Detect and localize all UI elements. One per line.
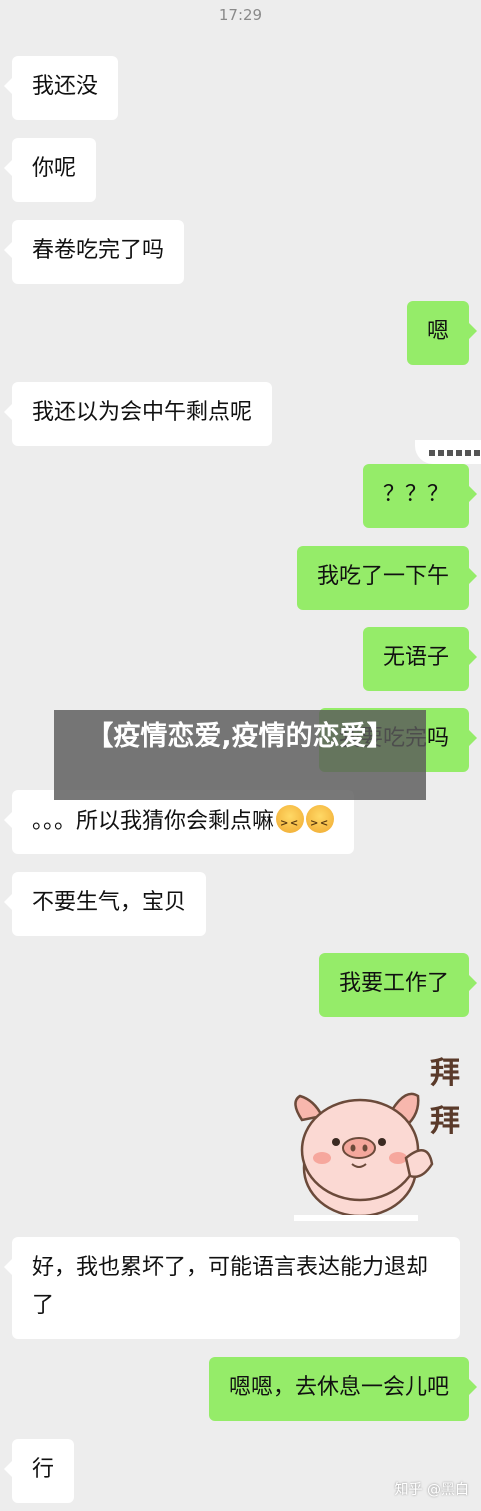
sent-message[interactable]: ？？？ <box>362 464 478 528</box>
received-message[interactable]: 我还没 <box>3 56 119 120</box>
sent-message[interactable]: 嗯嗯，去休息一会儿吧 <box>208 1357 478 1421</box>
sent-message[interactable]: 我吃了一下午 <box>296 546 478 610</box>
sent-message[interactable]: 嗯 <box>406 301 478 365</box>
received-message[interactable]: 春卷吃完了吗 <box>3 220 185 284</box>
received-message[interactable]: 你呢 <box>3 138 97 202</box>
partial-image-thumbnail <box>415 440 481 464</box>
sticker-text: 拜 <box>430 1056 460 1091</box>
received-message-text: 。。。所以我猜你会剩点嘛 <box>32 809 275 834</box>
message-timestamp: 17:29 <box>218 6 263 24</box>
grimacing-face-icon <box>276 805 305 840</box>
pig-waving-sticker[interactable]: 拜 拜 <box>282 1040 472 1225</box>
received-message[interactable]: 不要生气，宝贝 <box>3 872 207 936</box>
received-message[interactable]: 好，我也累坏了，可能语言表达能力退却了 <box>4 1237 460 1339</box>
sticker-text: 拜 <box>430 1104 460 1139</box>
received-message[interactable]: 我还以为会中午剩点呢 <box>3 382 273 446</box>
sent-message[interactable]: 我要工作了 <box>318 953 478 1017</box>
received-message[interactable]: 行 <box>3 1439 75 1503</box>
watermark: 知乎 @黑白 <box>394 1482 469 1498</box>
grimacing-face-icon <box>306 805 335 840</box>
overlay-title-banner: 【疫情恋爱,疫情的恋爱】 <box>54 710 426 800</box>
sent-message[interactable]: 无语子 <box>362 627 478 691</box>
